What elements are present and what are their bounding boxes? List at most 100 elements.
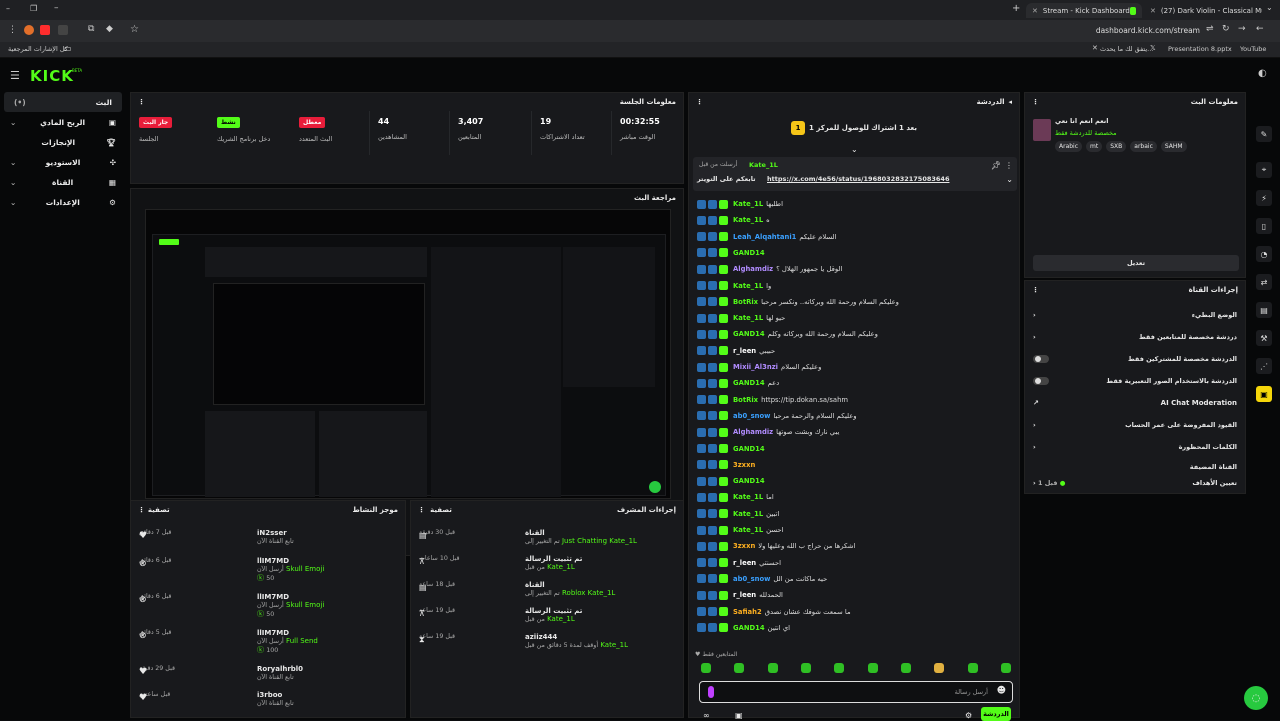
more-icon[interactable]: ⋮ [1005, 161, 1013, 170]
chat-username[interactable]: BotRix [733, 298, 758, 306]
emote-icon[interactable] [834, 663, 845, 673]
chat-username[interactable]: ab0_snow [733, 412, 770, 420]
quick-action-edit-icon[interactable]: ✎ [1256, 126, 1272, 142]
sidebar-item-monetization[interactable]: ⌄ الربح المادي ▣ [0, 112, 126, 132]
extensions-icon[interactable]: ⧉ [88, 24, 94, 34]
quick-action-bolt-icon[interactable]: ⚡︎ [1256, 190, 1272, 206]
emote-icon[interactable] [934, 663, 945, 673]
menu-dots-icon[interactable]: ⋮ [8, 25, 17, 35]
chat-username[interactable]: GAND14 [733, 249, 765, 257]
quick-action-trophy-icon[interactable]: ▣ [1256, 386, 1272, 402]
bookmark-youtube[interactable]: YouTube [1240, 45, 1266, 53]
pinned-link[interactable]: https://x.com/4e56/status/19680328321750… [767, 175, 949, 183]
quick-action-camera-icon[interactable]: ⌖ [1256, 162, 1272, 178]
chat-username[interactable]: GAND14 [733, 624, 765, 632]
preview-video[interactable] [145, 209, 671, 499]
forward-icon[interactable]: → [1238, 24, 1246, 34]
action-slow-mode[interactable]: › الوضع البطيء [1033, 311, 1237, 319]
action-banned-words[interactable]: › الكلمات المحظورة [1033, 443, 1237, 451]
tab-youtube[interactable]: ✕ (27) Dark Violin - Classical Mu... [1144, 3, 1262, 18]
chat-username[interactable]: Kate_1L [733, 282, 763, 290]
tab-close-icon[interactable]: ✕ [1150, 7, 1156, 15]
sidebar-item-achievements[interactable]: الإنجازات 🏆︎ [0, 132, 126, 152]
popout-icon[interactable]: ◂ [1008, 98, 1012, 106]
extension-icon[interactable] [58, 25, 68, 35]
chevron-down-icon[interactable]: ⌄ [1006, 175, 1013, 184]
chat-username[interactable]: GAND14 [733, 477, 765, 485]
restore-icon[interactable]: ❐ [30, 4, 37, 13]
bookmark-twitter[interactable]: يتفق لك ما يحدث... [1100, 45, 1153, 53]
tab-kick-dashboard[interactable]: ✕ Stream - Kick Dashboard [1026, 3, 1142, 18]
chat-username[interactable]: Kate_1L [733, 510, 763, 518]
edit-stream-button[interactable]: تعديل [1033, 255, 1239, 271]
chat-username[interactable]: r_leen [733, 559, 756, 567]
mic-icon[interactable] [708, 686, 714, 698]
gear-icon[interactable]: ⚙ [965, 711, 972, 720]
emoji-icon[interactable]: ☻ [997, 686, 1006, 696]
chat-username[interactable]: Alghamdiz [733, 265, 773, 273]
chat-username[interactable]: Kate_1L [733, 526, 763, 534]
emote-icon[interactable] [701, 663, 711, 673]
chat-username[interactable]: Kate_1L [733, 493, 763, 501]
action-account-age[interactable]: › القيود المفروضة على عمر الحساب [1033, 421, 1237, 429]
bookmark-star-icon[interactable]: ☆ [130, 24, 139, 35]
chat-username[interactable]: Kate_1L [733, 200, 763, 208]
sidebar-item-settings[interactable]: ⌄ الإعدادات ⚙ [0, 192, 126, 212]
chat-username[interactable]: GAND14 [733, 330, 765, 338]
chat-username[interactable]: Alghamdiz [733, 428, 773, 436]
chat-username[interactable]: GAND14 [733, 379, 765, 387]
chevron-down-icon[interactable]: ⌄ [851, 145, 858, 154]
new-tab-icon[interactable]: + [1012, 3, 1020, 14]
emote-icon[interactable] [734, 663, 745, 673]
send-button[interactable]: الدردشة [981, 707, 1011, 721]
all-bookmarks-link[interactable]: كل الإشارات المرجعية [8, 45, 68, 53]
tab-search-icon[interactable]: ⌄ [1266, 3, 1273, 12]
chat-username[interactable]: BotRix [733, 396, 758, 404]
panel-menu-icon[interactable]: ⋮ [1032, 98, 1039, 106]
chat-username[interactable]: r_leen [733, 591, 756, 599]
chat-username[interactable]: Kate_1L [733, 314, 763, 322]
panel-menu-icon[interactable]: ⋮ [138, 506, 145, 514]
quick-action-tool-icon[interactable]: ⚒ [1256, 330, 1272, 346]
quick-action-link-icon[interactable]: ⇄ [1256, 274, 1272, 290]
chat-username[interactable]: Kate_1L [733, 216, 763, 224]
tab-close-icon[interactable]: ✕ [1032, 7, 1038, 15]
action-set-goals[interactable]: › قبل 1 ● تعيين الأهداف [1033, 479, 1237, 487]
filter-button[interactable]: تصفية [430, 506, 452, 514]
quick-action-note-icon[interactable]: ▯ [1256, 218, 1272, 234]
action-followers-only[interactable]: › دردشة مخصصة للمتابعين فقط [1033, 333, 1237, 341]
action-ai-moderation[interactable]: ↗ AI Chat Moderation [1033, 399, 1237, 407]
chat-input[interactable]: أرسل رسالة ☻ [699, 681, 1013, 703]
emote-icon[interactable] [867, 663, 878, 673]
user-avatar-icon[interactable]: ◐ [1258, 68, 1267, 79]
help-chat-icon[interactable]: ◌ [1244, 686, 1268, 710]
sidebar-item-channel[interactable]: ⌄ القناة ▦ [0, 172, 126, 192]
emote-icon[interactable] [967, 663, 978, 673]
stream-category[interactable]: مخصصة للدردشة فقط [1055, 129, 1117, 137]
chat-username[interactable]: 3zxxn [733, 542, 755, 550]
pin-icon[interactable]: 📌︎ [991, 161, 1001, 170]
quick-action-share-icon[interactable]: ⋰ [1256, 358, 1272, 374]
chat-username[interactable]: Safiah2 [733, 608, 762, 616]
chat-username[interactable]: GAND14 [733, 445, 765, 453]
activity-user[interactable]: iN2sser [257, 529, 287, 537]
emote-icon[interactable] [1000, 663, 1011, 673]
chat-username[interactable]: Mixii_Al3nzi [733, 363, 778, 371]
emote-icon[interactable] [800, 663, 811, 673]
profile-icon[interactable] [24, 25, 34, 35]
url-text[interactable]: dashboard.kick.com/stream [1060, 26, 1200, 35]
subscribers-only-toggle[interactable] [1033, 355, 1049, 363]
chat-username[interactable]: r_leen [733, 347, 756, 355]
chat-username[interactable]: 3zxxn [733, 461, 755, 469]
site-settings-icon[interactable]: ⇌ [1206, 24, 1214, 34]
minimize-icon[interactable]: – [6, 4, 10, 13]
chat-username[interactable]: Leah_Alqahtani1 [733, 233, 796, 241]
quick-action-chat-icon[interactable]: ◔ [1256, 246, 1272, 262]
emote-icon[interactable] [767, 663, 778, 673]
sidebar-item-stream[interactable]: (•) البث [4, 92, 122, 112]
panel-menu-icon[interactable]: ⋮ [138, 98, 145, 106]
reload-icon[interactable]: ↻ [1222, 24, 1230, 34]
quick-action-monitor-icon[interactable]: ▤ [1256, 302, 1272, 318]
chat-username[interactable]: ab0_snow [733, 575, 770, 583]
kick-logo[interactable]: KICK [30, 67, 74, 85]
